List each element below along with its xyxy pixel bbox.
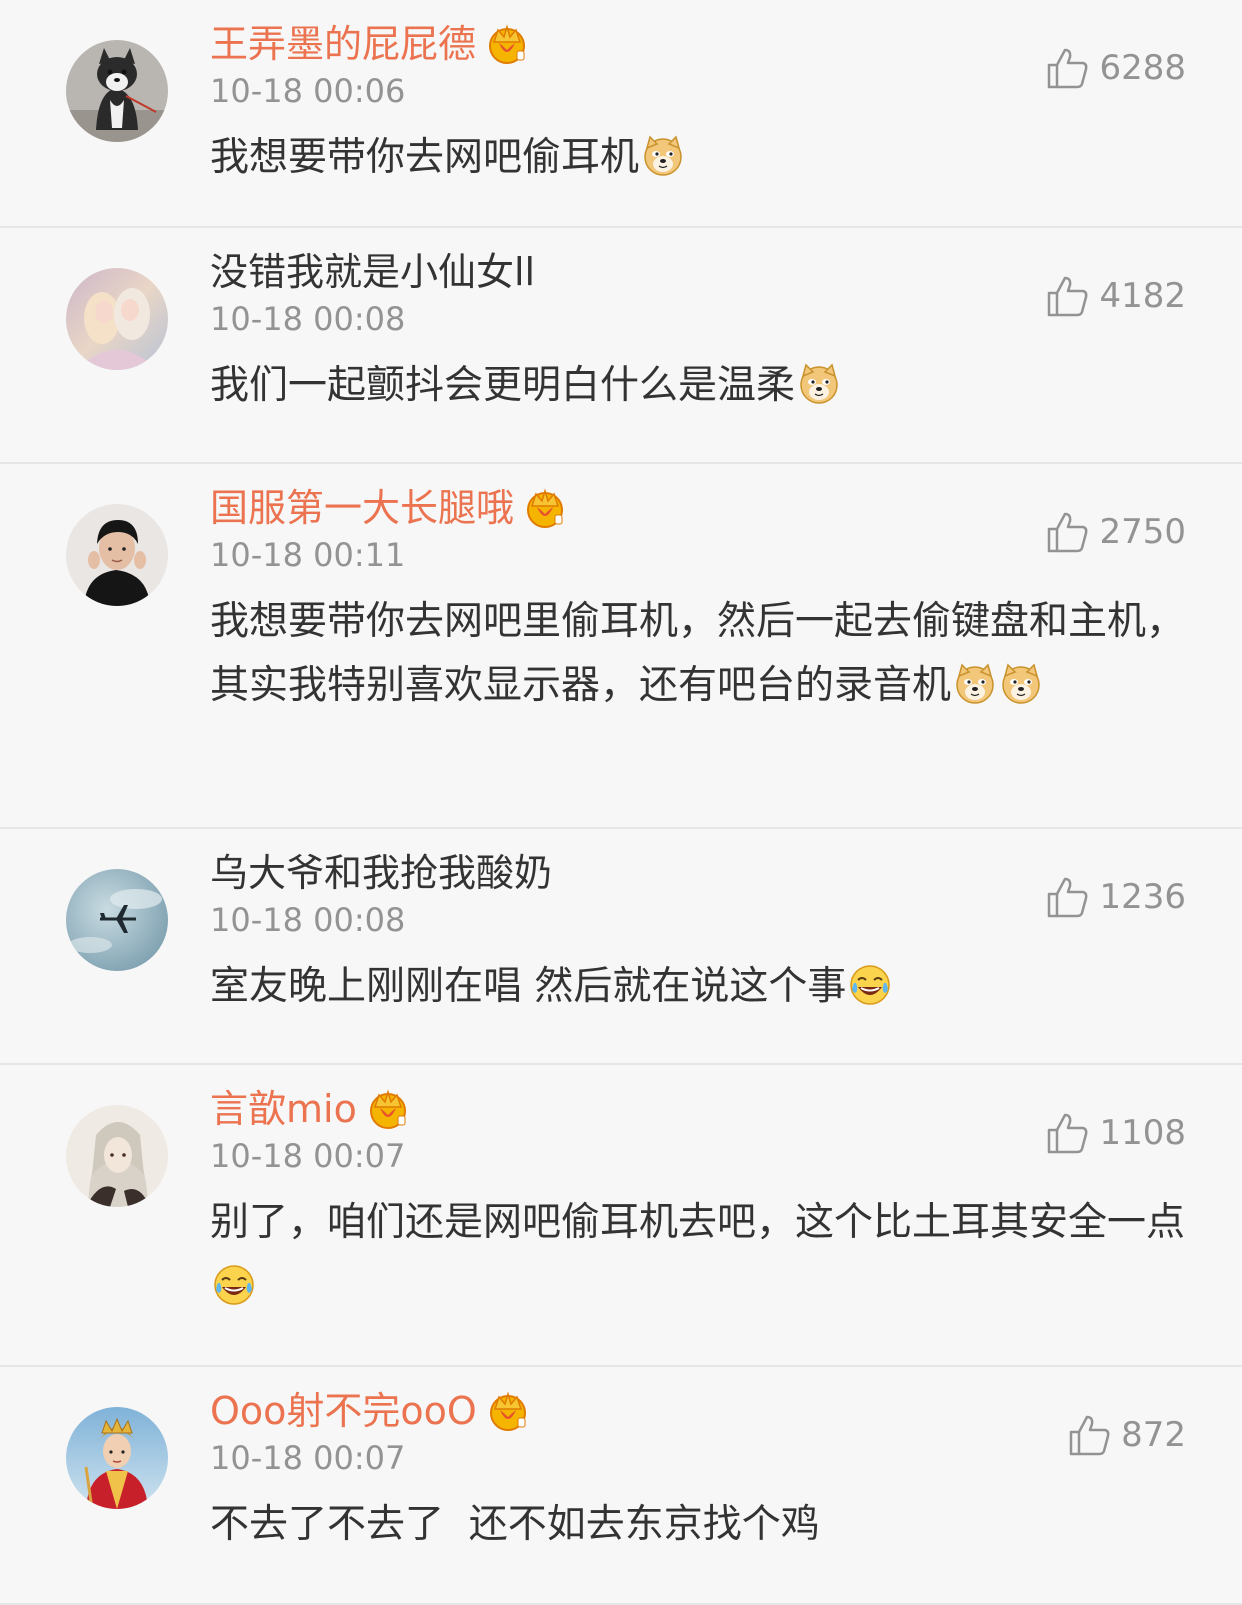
comment-item: 国服第一大长腿哦 10-18 00:11 我想要带你去网吧里偷耳机，然后一起去偷… bbox=[0, 484, 1242, 829]
comment-time: 10-18 00:08 bbox=[210, 901, 406, 939]
like-button[interactable]: 1236 bbox=[1045, 873, 1186, 921]
like-button[interactable]: 1108 bbox=[1045, 1109, 1186, 1157]
like-count: 6288 bbox=[1099, 48, 1186, 88]
username[interactable]: Ooo射不完ooO bbox=[210, 1387, 477, 1435]
doge-emoji bbox=[797, 362, 841, 406]
pastel-girls-avatar bbox=[66, 268, 168, 370]
vip-crown-icon bbox=[485, 1388, 531, 1434]
comment-text: 我们一起颤抖会更明白什么是温柔 bbox=[210, 354, 1186, 418]
comment-time: 10-18 00:11 bbox=[210, 536, 406, 574]
comment-text: 室友晚上刚刚在唱 然后就在说这个事 bbox=[210, 955, 1186, 1019]
comment-text: 我想要带你去网吧里偷耳机，然后一起去偷键盘和主机，其实我特别喜欢显示器，还有吧台… bbox=[210, 590, 1186, 718]
comment-time: 10-18 00:07 bbox=[210, 1137, 406, 1175]
comment-text: 不去了不去了 还不如去东京找个鸡 bbox=[210, 1493, 1186, 1557]
doge-emoji bbox=[641, 134, 685, 178]
boy-portrait-avatar bbox=[66, 504, 168, 606]
comment-body: 不去了不去了 还不如去东京找个鸡 bbox=[210, 1502, 820, 1547]
doge-emoji bbox=[999, 662, 1043, 706]
username[interactable]: 王弄墨的屁屁德 bbox=[210, 20, 476, 68]
comment-item: 乌大爷和我抢我酸奶 10-18 00:08 室友晚上刚刚在唱 然后就在说这个事 … bbox=[0, 849, 1242, 1065]
comment-body: 室友晚上刚刚在唱 然后就在说这个事 bbox=[210, 964, 847, 1009]
comment-time: 10-18 00:08 bbox=[210, 300, 406, 338]
username[interactable]: 言歆mio bbox=[210, 1085, 357, 1133]
username[interactable]: 乌大爷和我抢我酸奶 bbox=[210, 849, 552, 897]
thumb-up-icon bbox=[1067, 1413, 1111, 1457]
doge-emoji bbox=[953, 662, 997, 706]
laugh-cry-emoji bbox=[212, 1263, 256, 1307]
avatar[interactable] bbox=[66, 268, 168, 370]
avatar[interactable] bbox=[66, 1407, 168, 1509]
avatar[interactable] bbox=[66, 504, 168, 606]
avatar[interactable] bbox=[66, 869, 168, 971]
like-button[interactable]: 6288 bbox=[1045, 44, 1186, 92]
thumb-up-icon bbox=[1045, 1111, 1089, 1155]
comment-body: 我们一起颤抖会更明白什么是温柔 bbox=[210, 363, 796, 408]
comment-item: 王弄墨的屁屁德 10-18 00:06 我想要带你去网吧偷耳机 6288 bbox=[0, 20, 1242, 228]
like-button[interactable]: 2750 bbox=[1045, 508, 1186, 556]
like-count: 4182 bbox=[1099, 276, 1186, 316]
username[interactable]: 没错我就是小仙女ll bbox=[210, 248, 535, 296]
laugh-cry-emoji bbox=[848, 963, 892, 1007]
username[interactable]: 国服第一大长腿哦 bbox=[210, 484, 514, 532]
comment-body: 我想要带你去网吧偷耳机 bbox=[210, 135, 640, 180]
comment-time: 10-18 00:06 bbox=[210, 72, 406, 110]
comment-time: 10-18 00:07 bbox=[210, 1439, 406, 1477]
comment-item: 言歆mio 10-18 00:07 别了，咱们还是网吧偷耳机去吧，这个比土耳其安… bbox=[0, 1085, 1242, 1367]
comment-item: 没错我就是小仙女ll 10-18 00:08 我们一起颤抖会更明白什么是温柔 4… bbox=[0, 248, 1242, 464]
comment-text: 别了，咱们还是网吧偷耳机去吧，这个比土耳其安全一点 bbox=[210, 1191, 1186, 1319]
comment-body: 别了，咱们还是网吧偷耳机去吧，这个比土耳其安全一点 bbox=[210, 1200, 1186, 1245]
vip-crown-icon bbox=[484, 21, 530, 67]
comment-item: Ooo射不完ooO 10-18 00:07 不去了不去了 还不如去东京找个鸡 8… bbox=[0, 1387, 1242, 1605]
like-button[interactable]: 4182 bbox=[1045, 272, 1186, 320]
thumb-up-icon bbox=[1045, 46, 1089, 90]
husky-dog-avatar bbox=[66, 40, 168, 142]
comment-list: 王弄墨的屁屁德 10-18 00:06 我想要带你去网吧偷耳机 6288 没错我… bbox=[0, 20, 1242, 1605]
like-count: 872 bbox=[1121, 1415, 1186, 1455]
vip-crown-icon bbox=[522, 485, 568, 531]
thumb-up-icon bbox=[1045, 274, 1089, 318]
thumb-up-icon bbox=[1045, 875, 1089, 919]
monk-costume-avatar bbox=[66, 1407, 168, 1509]
anime-character-avatar bbox=[66, 1105, 168, 1207]
like-count: 1236 bbox=[1099, 877, 1186, 917]
avatar[interactable] bbox=[66, 40, 168, 142]
thumb-up-icon bbox=[1045, 510, 1089, 554]
vip-crown-icon bbox=[365, 1086, 411, 1132]
airplane-sky-avatar bbox=[66, 869, 168, 971]
like-count: 2750 bbox=[1099, 512, 1186, 552]
like-count: 1108 bbox=[1099, 1113, 1186, 1153]
avatar[interactable] bbox=[66, 1105, 168, 1207]
comment-text: 我想要带你去网吧偷耳机 bbox=[210, 126, 1186, 190]
like-button[interactable]: 872 bbox=[1067, 1411, 1186, 1459]
